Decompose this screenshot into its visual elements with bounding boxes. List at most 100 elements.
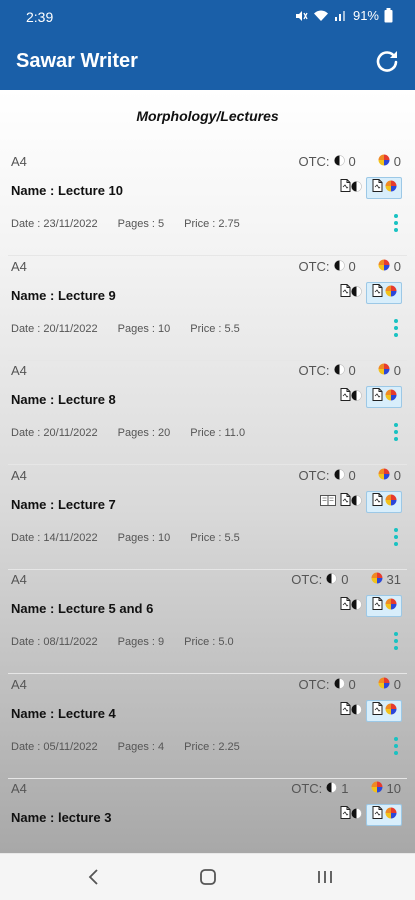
otc-bw-count: 0 bbox=[348, 467, 356, 483]
print-actions bbox=[340, 386, 402, 408]
lecture-price: Price : 2.75 bbox=[184, 218, 240, 230]
print-bw-button[interactable] bbox=[340, 597, 362, 615]
otc-counts: OTC: 0 31 bbox=[291, 572, 401, 587]
otc-label: OTC: bbox=[298, 467, 330, 483]
refresh-button[interactable] bbox=[373, 47, 401, 75]
otc-label: OTC: bbox=[298, 676, 330, 692]
otc-label: OTC: bbox=[298, 363, 330, 378]
otc-counts: OTC: 0 0 bbox=[298, 259, 401, 274]
print-color-button[interactable] bbox=[366, 595, 402, 617]
otc-counts: OTC: 0 0 bbox=[298, 363, 401, 378]
otc-label: OTC: bbox=[298, 258, 330, 274]
otc-counts: OTC: 0 0 bbox=[298, 677, 401, 692]
lecture-pages: Pages : 10 bbox=[117, 531, 171, 544]
lecture-date: Date : 20/11/2022 bbox=[11, 427, 98, 439]
home-icon bbox=[200, 869, 216, 885]
lecture-name: Name : Lecture 7 bbox=[11, 496, 116, 512]
recent-apps-button[interactable] bbox=[310, 864, 340, 890]
document-icon bbox=[372, 701, 383, 720]
color-print-icon bbox=[371, 781, 383, 796]
lecture-date: Date : 08/11/2022 bbox=[11, 636, 98, 648]
otc-counts: OTC: 1 10 bbox=[291, 781, 401, 796]
black-white-print-icon bbox=[333, 468, 345, 483]
lecture-card[interactable]: A4 OTC: 0 31 Name : Lecture 5 and 6 Date : 08… bbox=[0, 570, 415, 674]
paper-size: A4 bbox=[11, 363, 27, 378]
lecture-card[interactable]: A4 OTC: 1 10 Name : lecture 3 bbox=[0, 779, 415, 853]
lecture-name: Name : Lecture 5 and 6 bbox=[11, 601, 154, 616]
print-bw-button[interactable] bbox=[340, 283, 362, 302]
lecture-pages: Pages : 5 bbox=[117, 218, 165, 230]
otc-bw-count: 0 bbox=[348, 676, 356, 692]
print-actions bbox=[340, 699, 402, 722]
lecture-date: Date : 23/11/2022 bbox=[11, 218, 98, 230]
color-print-icon bbox=[385, 284, 397, 302]
paper-size: A4 bbox=[11, 467, 27, 483]
paper-size: A4 bbox=[11, 258, 27, 274]
status-bar: 2:39 91% bbox=[0, 0, 415, 34]
back-button[interactable] bbox=[79, 864, 109, 890]
print-bw-button[interactable] bbox=[340, 388, 362, 406]
color-print-icon bbox=[385, 493, 397, 511]
print-bw-button[interactable] bbox=[340, 492, 362, 511]
color-print-icon bbox=[385, 806, 397, 824]
wifi-icon bbox=[313, 10, 328, 21]
lecture-card[interactable]: A4 OTC: 0 0 Name : Lecture 8 Date : 20/11/202… bbox=[0, 361, 415, 465]
lecture-meta: Date : 08/11/2022 Pages : 9 Price : 5.0 bbox=[11, 636, 234, 648]
print-color-button[interactable] bbox=[366, 699, 402, 722]
lecture-pages: Pages : 9 bbox=[117, 636, 165, 648]
lecture-list[interactable]: Morphology/Lectures A4 OTC: 0 0 Name : Lectu… bbox=[0, 90, 415, 853]
lecture-card[interactable]: A4 OTC: 0 0 Name : Lecture 7 Date : 14/11/202… bbox=[0, 466, 415, 570]
otc-bw-count: 0 bbox=[348, 363, 356, 378]
more-options-button[interactable] bbox=[391, 630, 401, 652]
document-icon bbox=[372, 179, 383, 197]
print-color-button[interactable] bbox=[366, 177, 402, 199]
lecture-card[interactable]: A4 OTC: 0 0 Name : Lecture 9 Date : 20/11/202… bbox=[0, 257, 415, 361]
mute-icon bbox=[295, 10, 308, 21]
otc-bw-count: 0 bbox=[348, 154, 356, 169]
otc-color-count: 0 bbox=[393, 363, 401, 378]
print-actions bbox=[340, 281, 402, 304]
lecture-meta: Date : 05/11/2022 Pages : 4 Price : 2.25 bbox=[11, 741, 240, 753]
color-print-icon bbox=[378, 677, 390, 692]
paper-size: A4 bbox=[11, 572, 27, 587]
lecture-date: Date : 05/11/2022 bbox=[11, 740, 98, 753]
page-heading: Morphology/Lectures bbox=[136, 108, 279, 124]
print-color-button[interactable] bbox=[366, 281, 402, 304]
black-white-print-icon bbox=[333, 363, 345, 378]
lecture-card[interactable]: A4 OTC: 0 0 Name : Lecture 4 Date : 05/11/202… bbox=[0, 675, 415, 779]
print-actions bbox=[320, 490, 402, 513]
otc-color-count: 10 bbox=[386, 781, 401, 796]
print-color-button[interactable] bbox=[366, 386, 402, 408]
lecture-name: Name : Lecture 9 bbox=[11, 287, 116, 303]
print-bw-button[interactable] bbox=[340, 806, 362, 824]
black-white-print-icon bbox=[326, 572, 338, 587]
booklet-button[interactable] bbox=[320, 493, 336, 511]
lecture-card[interactable]: A4 OTC: 0 0 Name : Lecture 10 Date : 23/11/20… bbox=[0, 152, 415, 256]
otc-label: OTC: bbox=[298, 154, 330, 169]
lecture-name: Name : Lecture 8 bbox=[11, 392, 116, 407]
paper-size: A4 bbox=[11, 676, 27, 692]
color-print-icon bbox=[385, 388, 397, 406]
print-color-button[interactable] bbox=[366, 804, 402, 826]
print-bw-button[interactable] bbox=[340, 701, 362, 720]
color-print-icon bbox=[378, 468, 390, 483]
more-options-button[interactable] bbox=[391, 421, 401, 443]
document-icon bbox=[372, 597, 383, 615]
more-options-button[interactable] bbox=[391, 317, 401, 339]
navigation-bar bbox=[0, 853, 415, 900]
otc-label: OTC: bbox=[291, 781, 323, 796]
more-options-button[interactable] bbox=[391, 212, 401, 234]
home-button[interactable] bbox=[193, 864, 223, 890]
lecture-price: Price : 5.5 bbox=[190, 322, 240, 335]
color-print-icon bbox=[371, 572, 383, 587]
document-icon bbox=[372, 492, 383, 511]
more-options-button[interactable] bbox=[391, 735, 401, 757]
lecture-price: Price : 2.25 bbox=[184, 740, 240, 753]
otc-counts: OTC: 0 0 bbox=[298, 154, 401, 169]
print-bw-button[interactable] bbox=[340, 179, 362, 197]
print-actions bbox=[340, 177, 402, 199]
black-white-print-icon bbox=[333, 154, 345, 169]
print-color-button[interactable] bbox=[366, 490, 402, 513]
more-options-button[interactable] bbox=[391, 526, 401, 548]
color-print-icon bbox=[378, 363, 390, 378]
